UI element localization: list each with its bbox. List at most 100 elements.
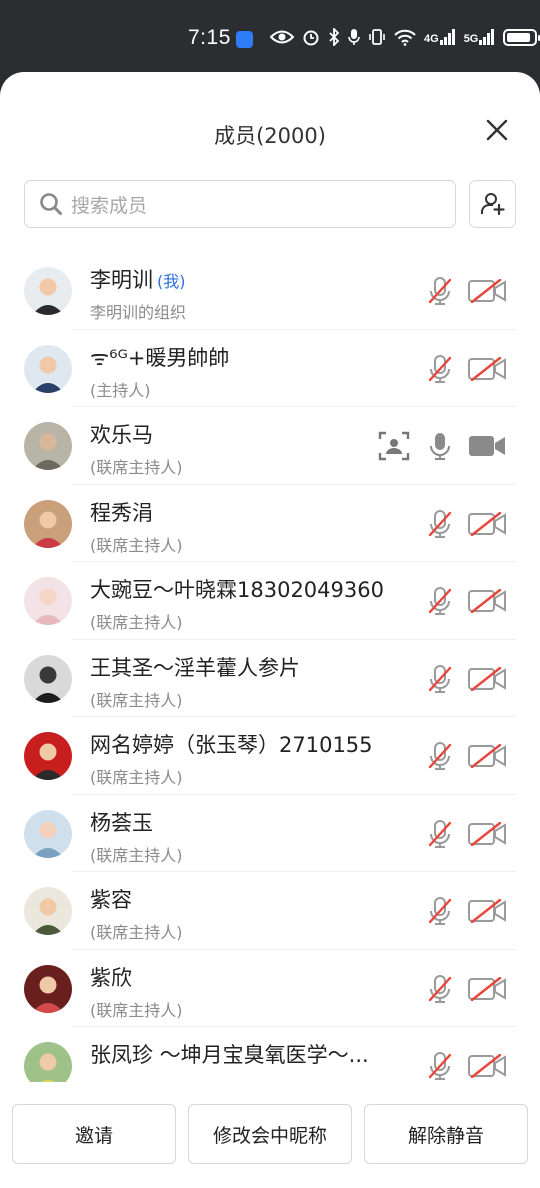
camera-off-icon[interactable] xyxy=(468,821,506,846)
add-member-button[interactable] xyxy=(469,180,516,228)
mic-muted-icon[interactable] xyxy=(428,586,452,616)
eye-icon xyxy=(270,30,294,44)
bottom-bar: 邀请 修改会中昵称 解除静音 xyxy=(0,1104,540,1164)
member-name-text: 大豌豆～叶晓霖18302049360 xyxy=(90,578,384,602)
avatar xyxy=(24,267,72,315)
messenger-icon xyxy=(236,31,253,48)
member-row[interactable]: 网名婷婷（张玉琴）2710155 (联席主持人) xyxy=(0,717,540,795)
member-name-text: 李明训 xyxy=(90,268,153,292)
camera-icon[interactable] xyxy=(468,434,506,458)
mic-muted-icon[interactable] xyxy=(428,509,452,539)
members-sheet: 成员(2000) 搜索成员 李明训 (我) 李明训的组织 ᯤ⁶ᴳ+暖男帥帥 (主持人) 欢… xyxy=(0,72,540,1188)
avatar xyxy=(24,1042,72,1082)
mic-muted-icon[interactable] xyxy=(428,974,452,1004)
camera-off-icon[interactable] xyxy=(468,976,506,1001)
search-icon xyxy=(40,193,62,215)
member-role: (主持人) xyxy=(90,380,151,400)
member-name: 程秀涓 xyxy=(90,497,153,527)
member-role: (联席主持人) xyxy=(90,923,183,942)
member-name: 大豌豆～叶晓霖18302049360 xyxy=(90,574,384,604)
signal-icon: 5G xyxy=(464,29,496,45)
member-row[interactable]: ᯤ⁶ᴳ+暖男帥帥 (主持人) xyxy=(0,330,540,407)
member-row[interactable]: 杨荟玉 (联席主持人) xyxy=(0,795,540,872)
rename-button[interactable]: 修改会中昵称 xyxy=(188,1104,352,1164)
camera-off-icon[interactable] xyxy=(468,511,506,536)
member-name-text: ᯤ⁶ᴳ+暖男帥帥 xyxy=(90,345,230,370)
avatar xyxy=(24,654,72,703)
camera-off-icon[interactable] xyxy=(468,356,506,381)
member-name: 杨荟玉 xyxy=(90,807,153,837)
member-role: (联席主持人) xyxy=(90,845,183,865)
member-role: (联席主持人) xyxy=(90,458,183,477)
camera-off-icon[interactable] xyxy=(468,666,506,691)
search-input[interactable]: 搜索成员 xyxy=(24,180,456,228)
avatar xyxy=(24,344,72,393)
mic-muted-icon[interactable] xyxy=(428,1051,452,1081)
mic-muted-icon[interactable] xyxy=(428,276,452,306)
vibrate-icon xyxy=(369,29,385,45)
camera-off-icon[interactable] xyxy=(468,898,506,924)
avatar xyxy=(24,732,72,780)
member-list[interactable]: 李明训 (我) 李明训的组织 ᯤ⁶ᴳ+暖男帥帥 (主持人) 欢乐马 (联席主持人) 程秀涓 (联… xyxy=(0,252,540,1082)
camera-off-icon[interactable] xyxy=(468,278,506,304)
mic-muted-icon[interactable] xyxy=(428,741,452,771)
member-name-text: 程秀涓 xyxy=(90,500,153,525)
add-user-icon xyxy=(480,193,505,216)
status-bar: 7:15 4G 5G xyxy=(0,0,540,72)
mic-muted-icon[interactable] xyxy=(428,354,452,384)
member-name: 紫欣 xyxy=(90,962,132,992)
member-name: 欢乐马 xyxy=(90,419,153,449)
member-row[interactable]: 紫欣 (联席主持人) xyxy=(0,950,540,1027)
member-name: 网名婷婷（张玉琴）2710155 xyxy=(90,729,373,759)
status-time: 7:15 xyxy=(188,26,231,49)
member-role: (联席主持人) xyxy=(90,768,183,787)
mic-icon xyxy=(348,29,360,45)
network-label: 5G xyxy=(463,33,479,45)
member-name: 紫容 xyxy=(90,884,132,914)
avatar xyxy=(24,577,72,625)
camera-off-icon[interactable] xyxy=(468,743,506,769)
member-name-text: 王其圣～淫羊藿人参片 xyxy=(90,655,300,680)
status-icons: 4G 5G xyxy=(270,28,540,46)
alarm-icon xyxy=(303,30,319,46)
mic-muted-icon[interactable] xyxy=(428,896,452,926)
camera-off-icon[interactable] xyxy=(468,588,506,614)
avatar xyxy=(24,887,72,935)
member-row[interactable]: 紫容 (联席主持人) xyxy=(0,872,540,950)
screen-share-icon[interactable] xyxy=(378,431,410,461)
avatar xyxy=(24,499,72,548)
mic-icon[interactable] xyxy=(428,431,452,461)
member-role: (联席主持人) xyxy=(90,1000,183,1020)
member-row[interactable]: 欢乐马 (联席主持人) xyxy=(0,407,540,485)
member-row[interactable]: 程秀涓 (联席主持人) xyxy=(0,485,540,562)
member-row[interactable]: 李明训 (我) 李明训的组织 xyxy=(0,252,540,330)
member-role: (联席主持人) xyxy=(90,613,183,632)
unmute-all-button[interactable]: 解除静音 xyxy=(364,1104,528,1164)
search-placeholder: 搜索成员 xyxy=(71,194,148,217)
avatar xyxy=(24,422,72,470)
member-role: (联席主持人) xyxy=(90,690,183,710)
member-name: 王其圣～淫羊藿人参片 xyxy=(90,652,300,682)
signal-icon: 4G xyxy=(424,29,456,45)
bluetooth-icon xyxy=(329,28,340,46)
member-name-text: 杨荟玉 xyxy=(90,810,153,835)
member-name: ᯤ⁶ᴳ+暖男帥帥 xyxy=(90,342,229,372)
member-role: 李明训的组织 xyxy=(90,303,187,322)
invite-button[interactable]: 邀请 xyxy=(12,1104,176,1164)
camera-off-icon[interactable] xyxy=(468,1053,506,1079)
battery-icon xyxy=(503,28,540,46)
member-role: (联席主持人) xyxy=(90,535,183,555)
member-name-text: 紫欣 xyxy=(90,965,132,990)
network-label: 4G xyxy=(424,33,439,45)
page-title: 成员(2000) xyxy=(214,124,326,148)
member-row[interactable]: 张凤珍 ～坤月宝臭氧医学～... xyxy=(0,1027,540,1082)
mic-muted-icon[interactable] xyxy=(428,664,452,694)
member-name: 张凤珍 ～坤月宝臭氧医学～... xyxy=(90,1039,369,1069)
mic-muted-icon[interactable] xyxy=(428,819,452,849)
member-row[interactable]: 王其圣～淫羊藿人参片 (联席主持人) xyxy=(0,640,540,717)
member-row[interactable]: 大豌豆～叶晓霖18302049360 (联席主持人) xyxy=(0,562,540,640)
close-icon[interactable] xyxy=(483,116,511,144)
wifi-icon xyxy=(394,29,416,46)
member-name: 李明训 (我) xyxy=(90,264,186,294)
member-name-text: 网名婷婷（张玉琴）2710155 xyxy=(90,733,373,757)
